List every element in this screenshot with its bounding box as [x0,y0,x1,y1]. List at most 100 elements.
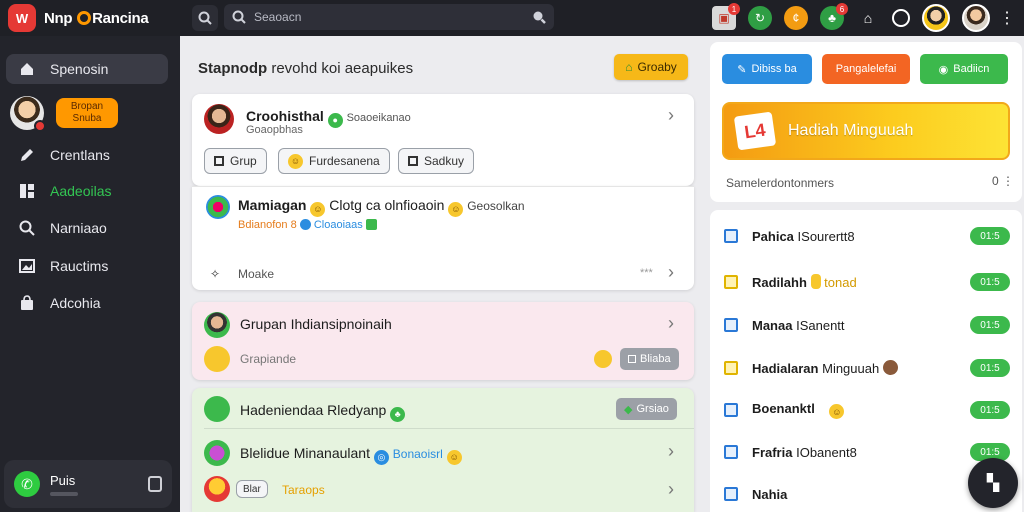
list-item[interactable]: Manaa ISanentt 01:5 [724,313,1010,337]
search-icon [232,10,246,24]
chevron-right-icon[interactable]: › [668,314,674,332]
chat-fab-button[interactable]: ▚ [968,458,1018,508]
list-item[interactable]: Hadialaran Minguuah 01:5 [724,356,1010,380]
tag-chip[interactable]: Blar [236,480,268,498]
promo-button[interactable]: Bropan Snuba [56,98,118,128]
refresh-icon[interactable]: ↻ [748,6,772,30]
top-bar: W Nnp Rancina Seaoacn ▣ 1 ↻ ¢ ♣ 6 ⌂ ⋮ [0,0,1024,36]
leaf-icon: ◆ [624,403,633,416]
globe-icon: ● [327,112,343,128]
chat-icon[interactable] [892,9,910,27]
avatar[interactable] [204,396,230,422]
status-badge: 01:5 [970,359,1010,377]
top-icons: ▣ 1 ↻ ¢ ♣ 6 ⌂ ⋮ [712,0,1015,36]
user-avatar[interactable] [962,4,990,32]
sidebar-item-home[interactable]: Spenosin [6,54,168,84]
status-badge: 01:5 [970,316,1010,334]
blue-action-button[interactable]: ✎ Dibiss ba [722,54,812,84]
rating-stars: *** [640,267,653,279]
group-action-button[interactable]: ⌂ Groaby [614,54,688,80]
sidebar-item-media[interactable]: Rauctims [6,251,168,281]
card-subtitle: Goaopbhas [246,124,303,136]
friend-avatar[interactable] [922,4,950,32]
sidebar-item-label: Spenosin [50,61,109,77]
feed-card[interactable]: Grupan Ihdiansipnoinaih › Grapiande Blia… [192,302,694,380]
search-icon [18,219,36,237]
sidebar-item-search[interactable]: Narniaao [6,213,168,243]
chip-group[interactable]: Grup [204,148,267,174]
sidebar-item-label: Aadeoilas [50,183,112,199]
chat-icon: ▚ [986,475,1000,492]
app-title: Nnp Rancina [44,9,149,27]
card-subtitle: Grapiande [240,352,297,366]
share-button[interactable]: ◆ Grsiao [616,398,677,420]
card-footer-label: Moake [238,267,275,281]
search-input[interactable]: Seaoacn [254,10,524,24]
avatar[interactable] [206,195,230,219]
gift-icon[interactable]: ▣ 1 [712,3,740,30]
sidebar-item-shop[interactable]: Adcohia [6,288,168,318]
search-bar[interactable]: Seaoacn [224,4,554,30]
copy-icon[interactable] [148,476,162,492]
document-icon [724,275,738,289]
list-item[interactable]: Pahica ISourertt8 01:5 [724,224,1010,248]
list-item[interactable]: Boenanktl ☺ 01:5 [724,398,1010,422]
like-button[interactable]: Bliaba [620,348,679,370]
chevron-right-icon[interactable]: › [668,106,674,124]
settings-icon[interactable]: 0 ⋮ [992,174,1014,188]
shop-icon[interactable]: ♣ 6 [820,3,848,30]
compass-icon: ✧ [210,267,221,281]
emoji-icon: ☺ [446,449,462,465]
emoji-icon: ☺ [310,201,326,217]
feed-card[interactable]: Hadeniendaa Rledyanp ♣ ◆ Grsiao Blelidue … [192,388,694,512]
avatar[interactable] [204,312,230,338]
sidebar-item-apps[interactable]: Aadeoilas [6,176,168,206]
main-feed: Stapnodp revohd koi aeapuikes ⌂ Groaby Cr… [180,36,706,512]
sidebar-item-label: Narniaao [50,220,107,236]
chevron-right-icon[interactable]: › [668,263,674,281]
chevron-right-icon[interactable]: › [668,442,674,460]
emoji-icon: ☺ [448,201,464,217]
feed-card[interactable]: Croohisthal ● Soaoeikanao Goaopbhas › Gr… [192,94,694,186]
chevron-right-icon[interactable]: › [668,480,674,498]
card-title: Hadeniendaa Rledyanp ♣ [240,402,406,422]
gift-badge: 1 [728,3,740,15]
more-icon[interactable]: ⋮ [999,6,1015,30]
coin-icon[interactable]: ¢ [784,6,808,30]
menu-search-icon[interactable] [192,5,218,31]
reward-banner[interactable]: L4 Hadiah Minguuah [722,102,1010,160]
card-subtitle: Bdianofon 8 Cloaoiaas [238,219,377,231]
store-icon[interactable]: ⌂ [856,6,880,30]
avatar[interactable] [204,476,230,502]
feed-card[interactable]: Mamiagan ☺ Clotg ca olnfioaoin ☺ Geosolk… [192,186,694,290]
bolt-icon: ✎ [737,63,747,76]
phone-icon: ✆ [14,471,40,497]
user-card[interactable]: ✆ Puis [4,460,172,508]
sidebar-promo: Bropan Snuba [10,96,118,132]
page-title: Stapnodp revohd koi aeapuikes [198,60,414,77]
app-logo[interactable]: W Nnp Rancina [0,4,182,32]
promo-avatar[interactable] [10,96,46,132]
emoji-icon [204,346,230,372]
list-item[interactable]: Nahia [724,482,1010,506]
smile-icon [594,350,612,368]
leaf-icon: ♣ [390,406,406,422]
image-icon [18,257,36,275]
avatar[interactable] [204,440,230,466]
sidebar-item-label: Rauctims [50,258,109,274]
sidebar-item-label: Crentlans [50,147,110,163]
list-item[interactable]: Frafria IObanent8 01:5 [724,440,1010,464]
banner-title: Hadiah Minguuah [788,122,914,139]
document-icon [724,361,738,375]
pencil-icon [18,146,36,164]
search-submit-icon[interactable] [532,10,546,24]
chip-feed[interactable]: ☺ Furdesanena [278,148,390,174]
coin-icon [810,274,821,289]
list-item[interactable]: Radilahh tonad 01:5 [724,270,1010,294]
chip-save[interactable]: Sadkuy [398,148,475,174]
save-icon [408,156,418,166]
avatar[interactable] [204,104,234,134]
sidebar-item-create[interactable]: Crentlans [6,140,168,170]
orange-action-button[interactable]: Pangalelefai [822,54,910,84]
green-action-button[interactable]: ◉ Badiicn [920,54,1008,84]
